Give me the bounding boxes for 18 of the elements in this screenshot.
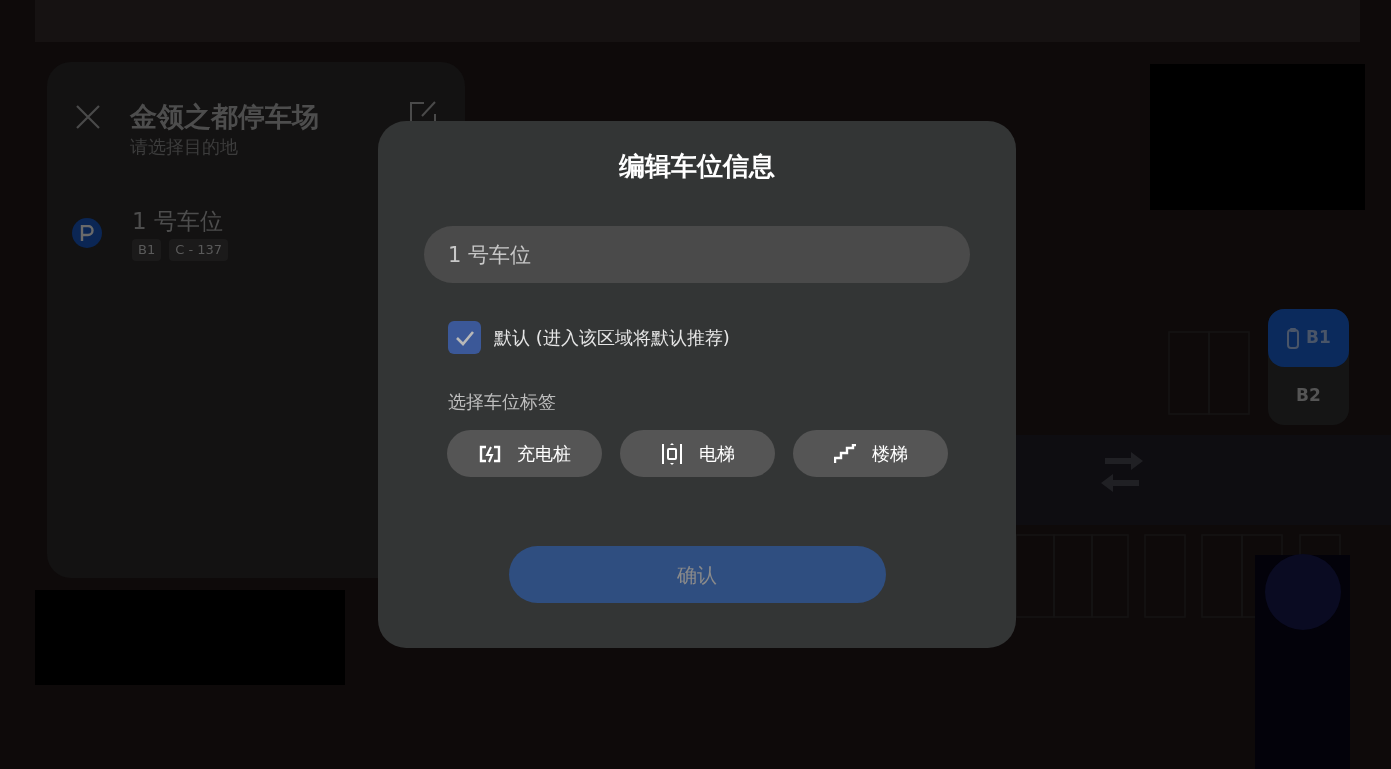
tags-label: 选择车位标签 [448,390,556,414]
spot-name: 1 号车位 [132,207,224,236]
default-option-label: 默认 (进入该区域将默认推荐) [494,326,730,350]
stairs-icon [833,443,856,464]
spot-tag: B1 [132,239,162,261]
parking-icon [72,218,102,249]
check-icon [454,329,475,346]
spot-name-field[interactable]: 1 号车位 [424,226,970,283]
elevator-icon [660,442,683,465]
checkbox[interactable] [448,321,481,354]
dialog-title: 编辑车位信息 [619,150,775,183]
parking-lot-title: 金领之都停车场 [130,100,320,134]
tag-chip[interactable]: 电梯 [620,430,775,477]
spot-tag: C - 137 [169,239,229,261]
charger-icon [478,444,501,463]
close-icon[interactable] [75,104,101,130]
tag-chip[interactable]: 楼梯 [793,430,948,477]
tag-chip[interactable]: 充电桩 [447,430,602,477]
